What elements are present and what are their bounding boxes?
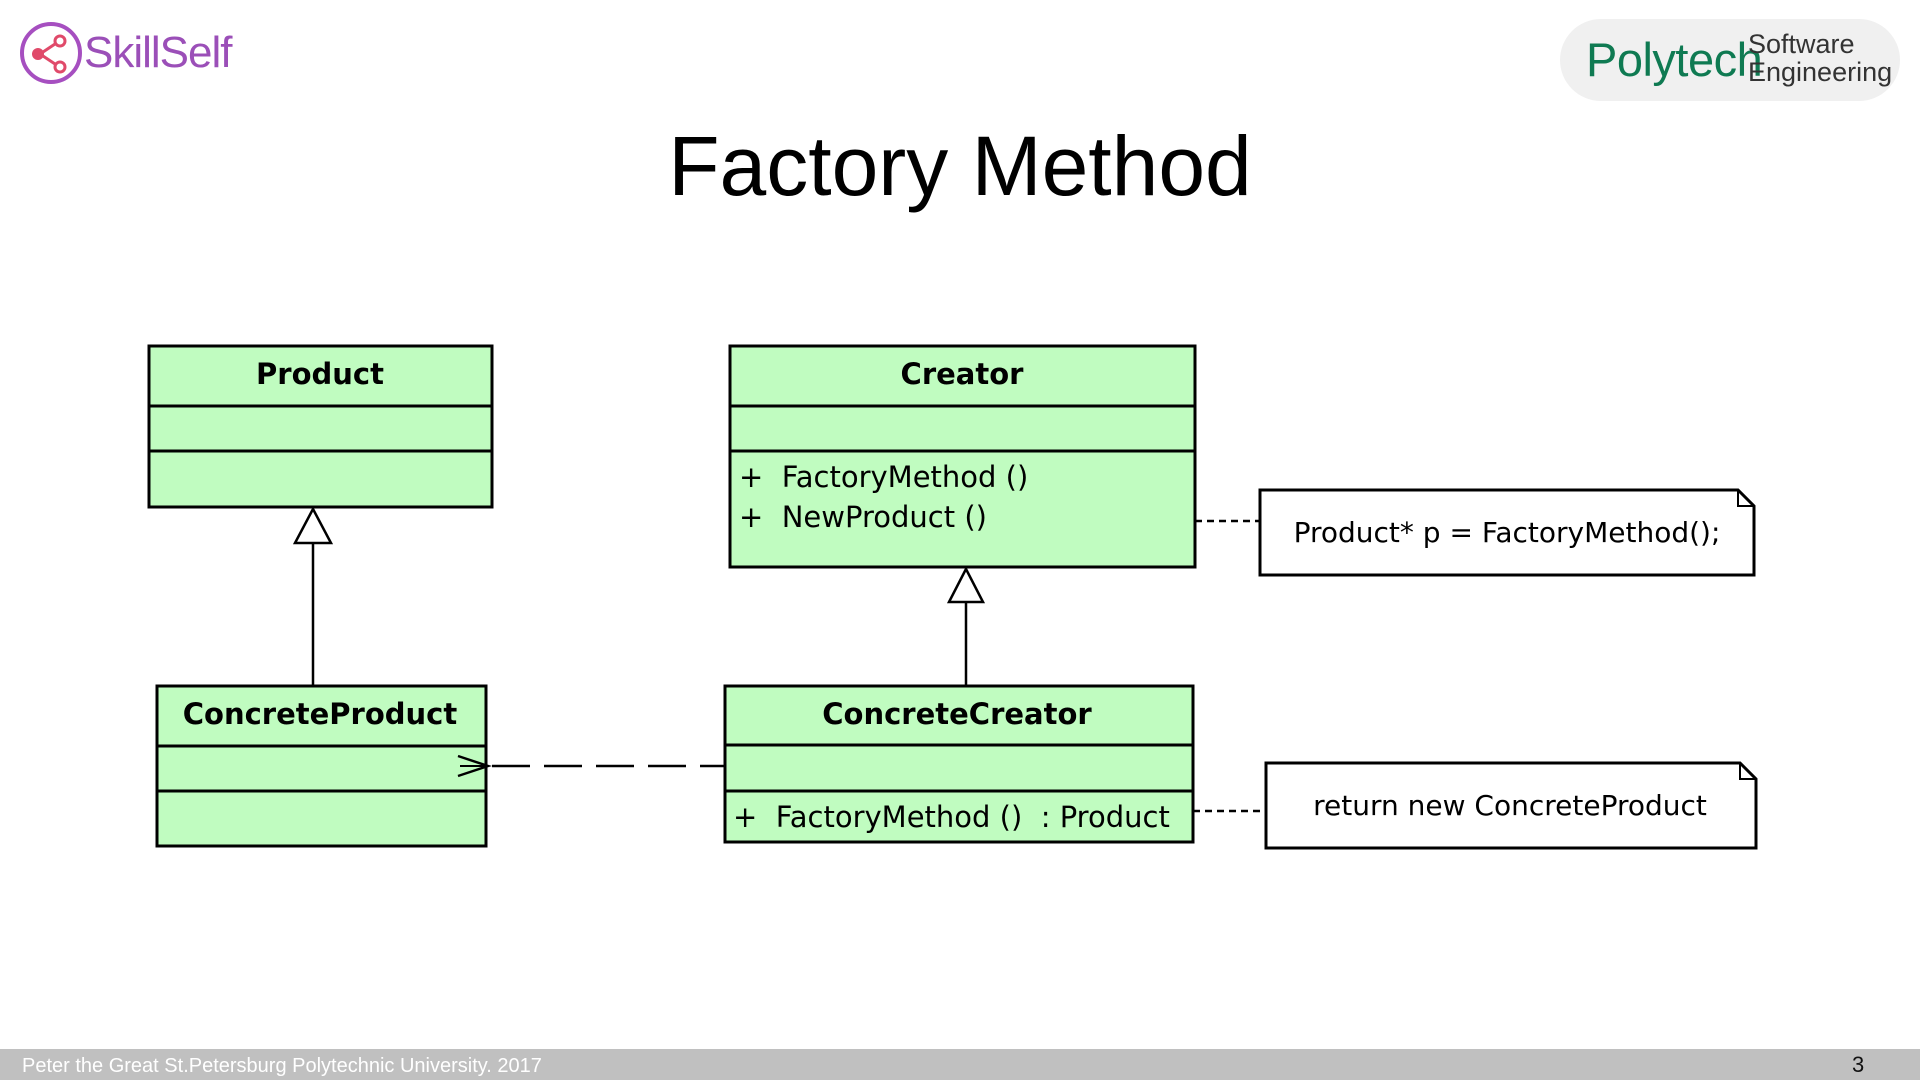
note-concrete-creator-text: return new ConcreteProduct bbox=[1313, 789, 1707, 822]
class-creator-operation: + FactoryMethod () bbox=[739, 460, 1028, 494]
class-concrete-product: ConcreteProduct bbox=[155, 684, 488, 848]
note-concrete-creator: return new ConcreteProduct bbox=[1264, 761, 1758, 850]
class-creator: Creator + FactoryMethod () + NewProduct … bbox=[728, 344, 1197, 569]
class-concrete-creator-operation: + FactoryMethod () : Product bbox=[733, 800, 1170, 834]
dependency-concrete-creator-to-concrete-product bbox=[457, 754, 725, 778]
class-concrete-product-name: ConcreteProduct bbox=[183, 697, 458, 731]
class-creator-operation: + NewProduct () bbox=[739, 500, 987, 534]
class-creator-name: Creator bbox=[901, 357, 1025, 391]
class-product-name: Product bbox=[256, 357, 384, 391]
note-creator-text: Product* p = FactoryMethod(); bbox=[1294, 516, 1721, 549]
footer-text: Peter the Great St.Petersburg Polytechni… bbox=[22, 1055, 542, 1077]
class-concrete-creator: ConcreteCreator + FactoryMethod () : Pro… bbox=[723, 684, 1195, 844]
generalization-concrete-creator-to-creator bbox=[946, 566, 986, 686]
class-product: Product bbox=[147, 344, 494, 509]
generalization-concrete-product-to-product bbox=[292, 506, 334, 686]
generalization-arrowhead-icon bbox=[946, 566, 986, 604]
uml-class-diagram: Product Creator + FactoryMethod () + New… bbox=[147, 344, 1758, 850]
generalization-arrowhead-icon bbox=[292, 506, 334, 545]
class-concrete-creator-name: ConcreteCreator bbox=[822, 697, 1092, 731]
page-number: 3 bbox=[1852, 1052, 1865, 1077]
note-creator: Product* p = FactoryMethod(); bbox=[1258, 488, 1756, 577]
